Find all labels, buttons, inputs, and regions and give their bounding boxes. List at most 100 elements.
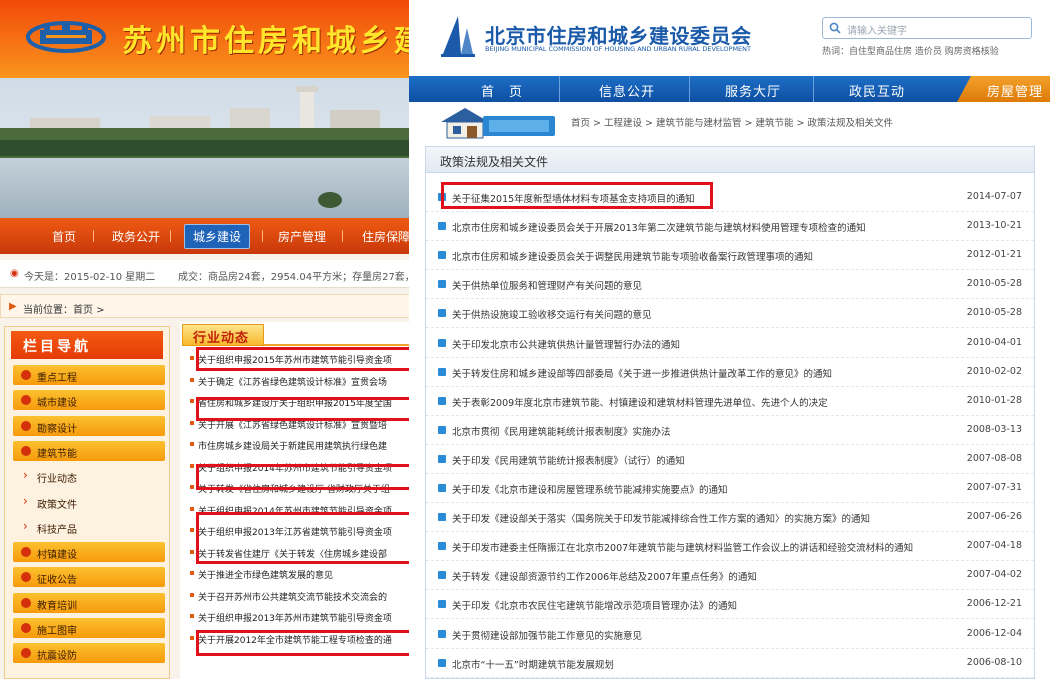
beijing-doc-title[interactable]: 关于印发《民用建筑节能统计报表制度》（试行）的通知 (452, 453, 685, 467)
beijing-nav-housing-mgmt[interactable]: 房屋管理 (987, 81, 1043, 100)
beijing-doc-date: 2014-07-07 (966, 191, 1022, 202)
beijing-doc-title[interactable]: 关于印发《北京市农民住宅建筑节能增改示范项目管理办法》的通知 (452, 598, 737, 612)
search-placeholder: 请输入关键字 (847, 26, 907, 37)
suzhou-sidebar-item[interactable]: 施工图审 (13, 618, 165, 638)
beijing-doc-title[interactable]: 关于表彰2009年度北京市建筑节能、村镇建设和建筑材料管理先进单位、先进个人的决… (452, 395, 828, 409)
bullet-icon (190, 420, 194, 425)
highlight-box (196, 512, 422, 564)
suzhou-sidebar-item-label: 勘察设计 (37, 423, 77, 435)
suzhou-news-title: 关于确定《江苏省绿色建筑设计标准》宣贯会场 (198, 377, 388, 388)
suzhou-nav-home[interactable]: 首页 (52, 228, 76, 245)
beijing-nav-service-hall[interactable]: 服务大厅 (725, 81, 781, 100)
beijing-site-title-en: BEIJING MUNICIPAL COMMISSION OF HOUSING … (485, 45, 752, 53)
bullet-icon (21, 597, 31, 608)
beijing-doc-row[interactable]: 关于供热单位服务和管理财产有关问题的意见 2010-05-28 (426, 270, 1034, 300)
beijing-doc-title[interactable]: 关于贯彻建设部加强节能工作意见的实施意见 (452, 628, 642, 642)
beijing-doc-title[interactable]: 北京市住房和城乡建设委员会关于开展2013年第二次建筑节能与建筑材料使用管理专项… (452, 220, 866, 234)
suzhou-nav-property[interactable]: 房产管理 (278, 228, 326, 245)
suzhou-news-title: 市住房城乡建设局关于新建民用建筑执行绿色建 (198, 442, 388, 452)
suzhou-nav-housing[interactable]: 住房保障 (362, 228, 410, 245)
bullet-icon (21, 648, 31, 659)
nav-divider (559, 76, 560, 102)
beijing-doc-date: 2010-04-01 (966, 336, 1022, 348)
beijing-doc-title[interactable]: 关于印发市建委主任隋振江在北京市2007年建筑节能与建筑材料监管工作会议上的讲话… (452, 540, 913, 554)
suzhou-sidebar-item[interactable]: 村镇建设 (13, 542, 165, 563)
suzhou-news-panel: 行业动态 关于组织申报2015年苏州市建筑节能引导资金项 关于确定《江苏省绿色建筑… (180, 322, 425, 679)
nav-divider (262, 230, 263, 242)
beijing-doc-row[interactable]: 关于印发《北京市建设和房屋管理系统节能减排实施要点》的通知 2007-07-31 (426, 474, 1034, 503)
beijing-doc-row[interactable]: 关于印发《建设部关于落实〈国务院关于印发节能减排综合性工作方案的通知〉的实施方案… (426, 503, 1034, 533)
suzhou-nav-gov-affairs[interactable]: 政务公开 (112, 228, 160, 245)
bullet-icon (21, 623, 31, 633)
beijing-doc-row[interactable]: 关于表彰2009年度北京市建筑节能、村镇建设和建筑材料管理先进单位、先进个人的决… (426, 387, 1034, 416)
bullet-icon (190, 614, 194, 618)
beijing-doc-title[interactable]: 关于印发《建设部关于落实〈国务院关于印发节能减排综合性工作方案的通知〉的实施方案… (452, 511, 870, 525)
suzhou-sidebar-heading: 栏目导航 (11, 331, 163, 359)
bullet-icon (190, 442, 194, 446)
bullet-icon (190, 549, 194, 554)
beijing-doc-title[interactable]: 关于转发住房和城乡建设部等四部委局《关于进一步推进供热计量改革工作的意见》的通知 (452, 366, 832, 380)
suzhou-news-item[interactable]: 关于召开苏州市公共建筑交流节能技术交流会的 (190, 587, 425, 605)
suzhou-sidebar-item[interactable]: 勘察设计 (13, 415, 165, 436)
beijing-nav-info-disclosure[interactable]: 信息公开 (599, 81, 655, 100)
beijing-doc-row[interactable]: 关于印发北京市公共建筑供热计量管理暂行办法的通知 2010-04-01 (426, 329, 1034, 358)
hot-words[interactable]: 热词：自住型商品住房 造价员 购房资格核验 (822, 44, 999, 57)
highlight-box (196, 630, 422, 656)
suzhou-nav-urban-rural-active[interactable]: 城乡建设 (184, 224, 251, 249)
suzhou-sidebar: 栏目导航 重点工程城市建设勘察设计建筑节能 › 行业动态 › 政策文件 › 科技产品村镇建设… (4, 326, 170, 679)
suzhou-news-item[interactable]: 市住房城乡建设局关于新建民用建筑执行绿色建 (190, 436, 425, 454)
beijing-doc-date: 2007-07-31 (966, 482, 1022, 493)
beijing-doc-date: 2010-02-02 (966, 365, 1022, 377)
document-bullet-icon (438, 513, 446, 522)
suzhou-news-tab[interactable]: 行业动态 (182, 324, 264, 346)
nav-divider (170, 230, 171, 242)
beijing-doc-row[interactable]: 关于供热设施竣工验收移交运行有关问题的意见 2010-05-28 (426, 299, 1034, 329)
suzhou-sidebar-item[interactable]: › 行业动态 (13, 466, 165, 486)
beijing-policy-panel-header: 政策法规及相关文件 (426, 147, 1034, 173)
suzhou-sidebar-item-label: 村镇建设 (37, 550, 77, 562)
suzhou-news-item[interactable]: 关于组织申报2013年苏州市建筑节能引导资金项 (190, 608, 425, 626)
search-icon[interactable] (829, 22, 841, 34)
beijing-doc-title[interactable]: 关于印发《北京市建设和房屋管理系统节能减排实施要点》的通知 (452, 482, 728, 496)
beijing-doc-date: 2008-03-13 (966, 423, 1022, 435)
suzhou-sidebar-item[interactable]: 建筑节能 (13, 440, 165, 461)
suzhou-sidebar-item[interactable]: 抗震设防 (13, 643, 165, 664)
beijing-doc-row[interactable]: 关于转发《建设部资源节约工作2006年总结及2007年重点任务》的通知 2007-… (426, 561, 1034, 591)
suzhou-news-item[interactable]: 关于确定《江苏省绿色建筑设计标准》宣贯会场 (190, 372, 425, 390)
beijing-doc-row[interactable]: 北京市贯彻《民用建筑能耗统计报表制度》实施办法 2008-03-13 (426, 416, 1034, 445)
beijing-nav-public-interaction[interactable]: 政民互动 (849, 81, 905, 100)
beijing-doc-title[interactable]: 北京市住房和城乡建设委员会关于调整民用建筑节能专项验收备案行政管理事项的通知 (452, 249, 813, 263)
beijing-doc-title[interactable]: 北京市贯彻《民用建筑能耗统计报表制度》实施办法 (452, 424, 671, 438)
beijing-doc-row[interactable]: 关于印发《北京市农民住宅建筑节能增改示范项目管理办法》的通知 2006-12-21 (426, 590, 1034, 620)
suzhou-sidebar-item[interactable]: 重点工程 (13, 365, 165, 385)
beijing-doc-date: 2007-04-18 (966, 540, 1022, 552)
beijing-doc-row[interactable]: 关于印发市建委主任隋振江在北京市2007年建筑节能与建筑材料监管工作会议上的讲话… (426, 532, 1034, 562)
beijing-doc-date: 2010-05-28 (966, 278, 1022, 290)
suzhou-sidebar-item[interactable]: 教育培训 (13, 592, 165, 613)
beijing-nav-home[interactable]: 首 页 (481, 81, 523, 100)
beijing-doc-title[interactable]: 关于印发北京市公共建筑供热计量管理暂行办法的通知 (452, 337, 680, 351)
highlight-box (196, 397, 422, 421)
suzhou-header: 苏州市住房和城乡建设 (0, 0, 425, 78)
suzhou-sidebar-item[interactable]: › 科技产品 (13, 517, 165, 537)
suzhou-news-item[interactable]: 关于推进全市绿色建筑发展的意见 (190, 565, 425, 583)
beijing-doc-row[interactable]: 关于转发住房和城乡建设部等四部委局《关于进一步推进供热计量改革工作的意见》的通知… (426, 358, 1034, 387)
clock-icon: ◉ (10, 268, 19, 279)
beijing-doc-title[interactable]: 关于供热设施竣工验收移交运行有关问题的意见 (452, 307, 652, 321)
beijing-doc-title[interactable]: 关于转发《建设部资源节约工作2006年总结及2007年重点任务》的通知 (452, 569, 757, 583)
beijing-doc-row[interactable]: 北京市“十一五”时期建筑节能发展规划 2006-08-10 (426, 649, 1034, 678)
document-bullet-icon (438, 280, 446, 289)
beijing-doc-title[interactable]: 关于供热单位服务和管理财产有关问题的意见 (452, 278, 642, 292)
search-input[interactable]: 请输入关键字 (822, 17, 1032, 39)
beijing-doc-row[interactable]: 关于印发《民用建筑节能统计报表制度》（试行）的通知 2007-08-08 (426, 445, 1034, 474)
beijing-breadcrumb-bar: 首页 > 工程建设 > 建筑节能与建材监管 > 建筑节能 > 政策法规及相关文件 (425, 102, 1035, 142)
beijing-doc-row[interactable]: 北京市住房和城乡建设委员会关于调整民用建筑节能专项验收备案行政管理事项的通知 20… (426, 241, 1034, 271)
beijing-doc-date: 2010-01-28 (966, 394, 1022, 406)
suzhou-sidebar-item[interactable]: 征收公告 (13, 567, 165, 588)
suzhou-sidebar-item[interactable]: › 政策文件 (13, 492, 165, 512)
beijing-doc-title[interactable]: 北京市“十一五”时期建筑节能发展规划 (452, 657, 614, 671)
suzhou-sidebar-item[interactable]: 城市建设 (13, 390, 165, 411)
suzhou-logo-icon (26, 21, 106, 53)
beijing-doc-row[interactable]: 北京市住房和城乡建设委员会关于开展2013年第二次建筑节能与建筑材料使用管理专项… (426, 212, 1034, 242)
beijing-doc-row[interactable]: 关于贯彻建设部加强节能工作意见的实施意见 2006-12-04 (426, 620, 1034, 649)
